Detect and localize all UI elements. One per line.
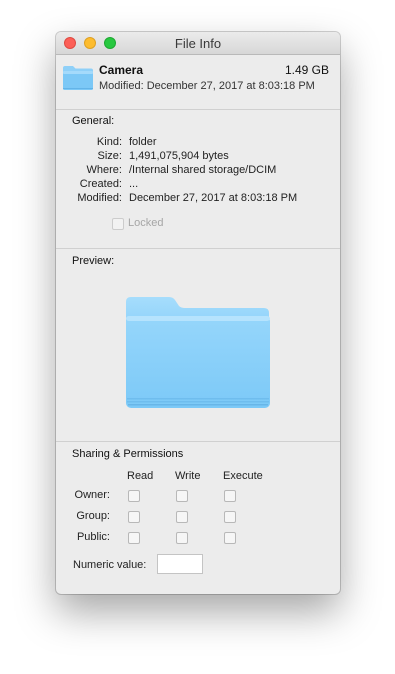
window-title: File Info (174, 36, 222, 51)
file-name: Camera (99, 63, 144, 77)
permissions-section-title: Sharing & Permissions (72, 448, 184, 460)
write-column-header: Write (175, 470, 201, 482)
divider (56, 248, 340, 249)
owner-execute-checkbox[interactable] (224, 490, 236, 502)
locked-label: Locked (128, 217, 164, 229)
kind-value: folder (129, 136, 157, 148)
size-label: Size: (97, 150, 122, 162)
where-value: /Internal shared storage/DCIM (129, 164, 277, 176)
owner-write-checkbox[interactable] (176, 490, 188, 502)
file-size-summary: 1.49 GB (284, 63, 329, 77)
folder-icon (63, 66, 93, 90)
public-execute-checkbox[interactable] (224, 532, 236, 544)
folder-preview-icon (126, 297, 270, 408)
group-read-checkbox[interactable] (128, 511, 140, 523)
created-value: ... (129, 178, 139, 190)
public-write-checkbox[interactable] (176, 532, 188, 544)
divider (56, 441, 340, 442)
file-info-window: File Info Camera 1.49 GB Modified: Decem… (56, 32, 340, 594)
public-label: Public: (76, 531, 110, 543)
modified-label: Modified: (77, 192, 122, 204)
read-column-header: Read (127, 470, 154, 482)
public-read-checkbox[interactable] (128, 532, 140, 544)
execute-column-header: Execute (223, 470, 263, 482)
title-bar[interactable]: File Info (56, 32, 340, 55)
divider (56, 109, 340, 110)
group-write-checkbox[interactable] (176, 511, 188, 523)
size-value: 1,491,075,904 bytes (129, 150, 229, 162)
modified-summary: Modified: December 27, 2017 at 8:03:18 P… (99, 80, 315, 92)
group-label: Group: (76, 510, 110, 522)
owner-read-checkbox[interactable] (128, 490, 140, 502)
numeric-value-label: Numeric value: (73, 559, 147, 571)
group-execute-checkbox[interactable] (224, 511, 236, 523)
preview-section-title: Preview: (72, 255, 115, 267)
numeric-value-input[interactable] (157, 554, 203, 574)
owner-label: Owner: (74, 489, 110, 501)
modified-value: December 27, 2017 at 8:03:18 PM (129, 192, 298, 204)
general-section-title: General: (72, 115, 115, 127)
created-label: Created: (79, 178, 122, 190)
where-label: Where: (86, 164, 122, 176)
kind-label: Kind: (96, 136, 122, 148)
locked-checkbox[interactable] (112, 218, 124, 230)
